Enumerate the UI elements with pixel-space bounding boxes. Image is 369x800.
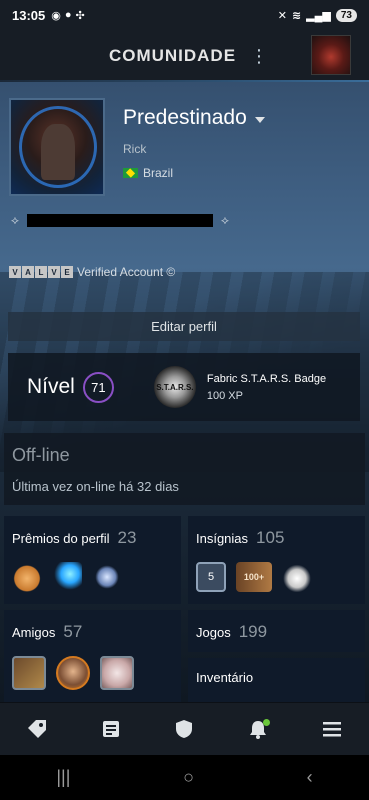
profile-awards-card[interactable]: Prêmios do perfil 23 xyxy=(4,516,181,604)
status-state: Off-line xyxy=(12,445,70,465)
status-bar: 13:05 ◉ ● ✣ ✕ ≋ ▂▄▆ 73 xyxy=(0,0,369,30)
profile-country: Brazil xyxy=(123,166,173,180)
system-navigation: ||| ○ ‹ xyxy=(0,755,369,800)
recents-icon[interactable]: ||| xyxy=(56,767,70,788)
profile-avatar[interactable] xyxy=(9,98,105,196)
mute-icon: ✕ xyxy=(277,9,287,22)
verified-account: VALVE Verified Account © xyxy=(9,265,175,279)
brazil-flag-icon xyxy=(123,168,138,178)
online-status-panel: Off-line Última vez on-line há 32 dias xyxy=(4,433,365,505)
level-label: Nível xyxy=(27,375,75,398)
wing-right-icon: ⟡ xyxy=(221,212,229,227)
tag-icon[interactable] xyxy=(15,707,59,751)
friend-avatar[interactable] xyxy=(100,656,134,690)
badges-card[interactable]: Insígnias 105 5 100+ xyxy=(188,516,365,604)
inventory-label: Inventário xyxy=(196,670,254,685)
badge-xp: 100 XP xyxy=(206,389,243,402)
battery-indicator: 73 xyxy=(335,8,357,22)
badges-label: Insígnias xyxy=(196,531,249,546)
more-options-icon[interactable]: ⋮ xyxy=(250,47,268,65)
wifi-icon: ≋ xyxy=(291,9,302,22)
clock: 13:05 xyxy=(12,7,46,23)
back-icon[interactable]: ‹ xyxy=(307,767,313,788)
fox-award-icon[interactable] xyxy=(12,562,42,592)
comet-award-icon[interactable] xyxy=(52,562,82,592)
friend-avatar[interactable] xyxy=(12,656,46,690)
featured-badge-info: Fabric S.T.A.R.S. Badge 100 XP xyxy=(207,373,326,402)
country-name: Brazil xyxy=(143,166,174,180)
signal-icon: ▂▄▆ xyxy=(306,9,331,22)
friends-card[interactable]: Amigos 57 xyxy=(4,610,181,705)
wolf-badge-icon[interactable] xyxy=(282,562,312,592)
awards-label: Prêmios do perfil xyxy=(12,531,110,546)
home-icon[interactable]: ○ xyxy=(183,767,194,788)
last-online: Última vez on-line há 32 dias xyxy=(12,479,179,494)
stars-badge-icon: S.T.A.R.S. xyxy=(153,366,196,408)
games-card[interactable]: Jogos 199 xyxy=(188,610,365,652)
friends-label: Amigos xyxy=(12,625,56,640)
edit-profile-button[interactable]: Editar perfil xyxy=(8,312,360,341)
badges-count: 105 xyxy=(256,528,285,547)
badge-5-icon[interactable]: 5 xyxy=(196,562,226,592)
user-avatar-button[interactable] xyxy=(311,35,351,75)
profile-name-row[interactable]: Predestinado xyxy=(123,106,265,130)
awards-count: 23 xyxy=(117,528,137,547)
bell-icon[interactable] xyxy=(236,707,280,751)
level-badge: 71 xyxy=(82,371,114,403)
chat-icon: ● xyxy=(64,8,72,21)
level-panel[interactable]: Nível 71 S.T.A.R.S. Fabric S.T.A.R.S. Ba… xyxy=(8,353,360,421)
system-status: ✕ ≋ ▂▄▆ 73 xyxy=(277,8,357,22)
games-label: Jogos xyxy=(196,625,231,640)
news-icon[interactable] xyxy=(89,707,133,751)
menu-icon[interactable] xyxy=(310,707,354,751)
whatsapp-icon: ◉ xyxy=(51,9,61,22)
inventory-card[interactable]: Inventário xyxy=(188,658,365,705)
profile-name: Predestinado xyxy=(123,106,247,129)
page-title: COMUNIDADE xyxy=(108,46,237,65)
name-dropdown-icon[interactable] xyxy=(254,117,265,123)
bottom-navigation xyxy=(0,702,369,755)
friends-count: 57 xyxy=(63,622,83,641)
redacted-summary xyxy=(27,213,213,227)
wing-left-icon: ⟡ xyxy=(11,212,19,227)
valve-logo-icon: VALVE xyxy=(9,266,73,278)
app-header: COMUNIDADE ⋮ xyxy=(0,30,369,82)
badge-100-icon[interactable]: 100+ xyxy=(236,562,272,592)
avatar-figure xyxy=(41,124,75,180)
notification-icons: ◉ ● ✣ xyxy=(51,9,84,22)
ball-award-icon[interactable] xyxy=(92,562,122,592)
shield-icon[interactable] xyxy=(162,707,206,751)
profile-summary: ⟡ ⟡ xyxy=(6,211,236,229)
games-count: 199 xyxy=(238,622,268,641)
verified-text: Verified Account © xyxy=(77,265,176,279)
friend-avatar[interactable] xyxy=(56,656,90,690)
game-icon: ✣ xyxy=(75,9,85,22)
badge-name: Fabric S.T.A.R.S. Badge xyxy=(206,372,327,385)
profile-real-name: Rick xyxy=(123,142,147,156)
